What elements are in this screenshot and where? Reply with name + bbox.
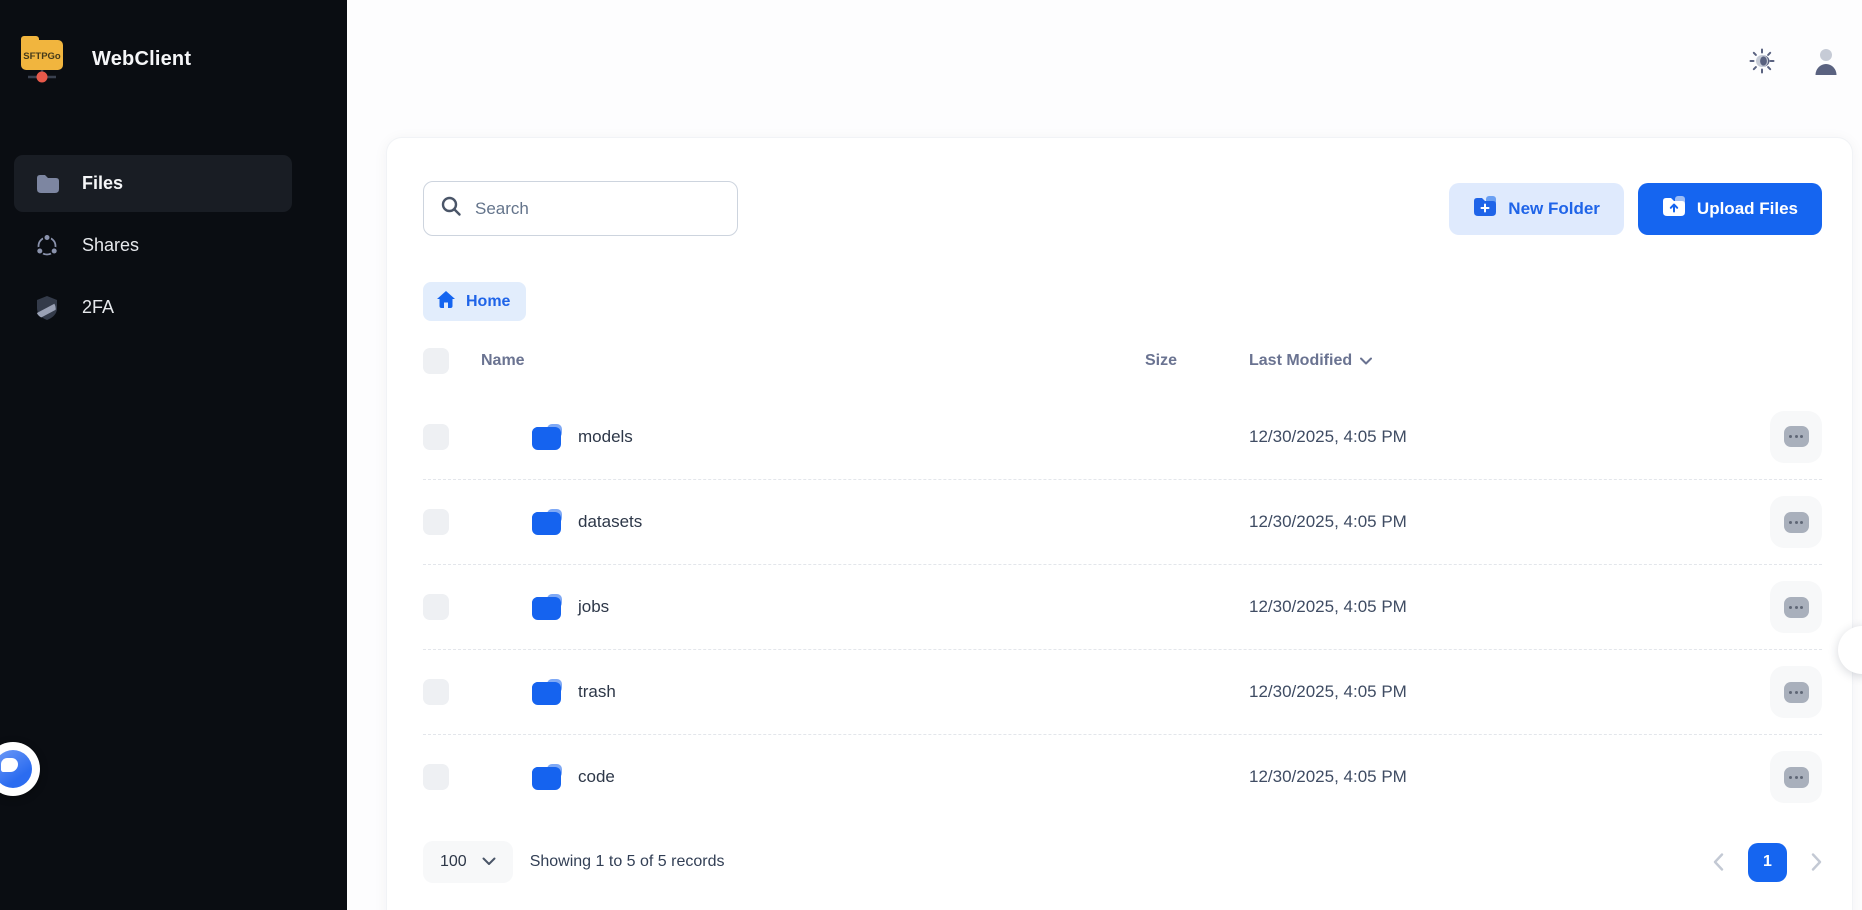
ellipsis-icon	[1784, 767, 1809, 788]
file-list: models 12/30/2025, 4:05 PM datasets 1	[423, 394, 1822, 819]
row-checkbox[interactable]	[423, 764, 449, 790]
user-icon[interactable]	[1812, 47, 1840, 75]
file-name[interactable]: jobs	[578, 597, 609, 617]
column-header-name[interactable]: Name	[481, 352, 1145, 370]
row-checkbox[interactable]	[423, 679, 449, 705]
page-number-button[interactable]: 1	[1748, 843, 1787, 882]
file-last-modified: 12/30/2025, 4:05 PM	[1249, 682, 1770, 702]
search-icon	[440, 195, 462, 222]
row-actions-button[interactable]	[1770, 581, 1822, 633]
topbar	[347, 0, 1862, 110]
table-row: jobs 12/30/2025, 4:05 PM	[423, 564, 1822, 649]
file-last-modified: 12/30/2025, 4:05 PM	[1249, 512, 1770, 532]
chevron-left-icon[interactable]	[1713, 853, 1724, 871]
folder-plus-icon	[1473, 196, 1497, 221]
ellipsis-icon	[1784, 682, 1809, 703]
sort-chevron-down-icon	[1360, 352, 1372, 370]
folder-icon	[532, 679, 562, 705]
table-row: datasets 12/30/2025, 4:05 PM	[423, 479, 1822, 564]
upload-files-label: Upload Files	[1697, 199, 1798, 219]
table-row: code 12/30/2025, 4:05 PM	[423, 734, 1822, 819]
select-all-checkbox[interactable]	[423, 348, 449, 374]
table-row: trash 12/30/2025, 4:05 PM	[423, 649, 1822, 734]
folder-icon	[532, 509, 562, 535]
new-folder-button[interactable]: New Folder	[1449, 183, 1624, 235]
page-size-select[interactable]: 100	[423, 841, 513, 883]
pagination: 100 Showing 1 to 5 of 5 records 1	[423, 841, 1822, 883]
page-size-value: 100	[440, 853, 467, 871]
row-actions-button[interactable]	[1770, 666, 1822, 718]
shield-icon	[34, 295, 60, 321]
breadcrumb-home[interactable]: Home	[423, 282, 526, 321]
row-checkbox[interactable]	[423, 594, 449, 620]
sidebar: SFTPGo WebClient Files	[0, 0, 347, 910]
sidebar-nav: Files Shares	[0, 155, 347, 336]
file-name[interactable]: trash	[578, 682, 616, 702]
extension-widget-icon	[0, 750, 32, 788]
records-summary: Showing 1 to 5 of 5 records	[530, 853, 725, 871]
brand: SFTPGo WebClient	[0, 0, 347, 89]
sidebar-item-label: 2FA	[82, 297, 114, 318]
sidebar-item-files[interactable]: Files	[14, 155, 292, 212]
home-icon	[436, 290, 456, 314]
chevron-right-icon[interactable]	[1811, 853, 1822, 871]
file-last-modified: 12/30/2025, 4:05 PM	[1249, 767, 1770, 787]
table-row: models 12/30/2025, 4:05 PM	[423, 394, 1822, 479]
sidebar-item-label: Files	[82, 173, 123, 194]
file-name[interactable]: models	[578, 427, 633, 447]
file-last-modified: 12/30/2025, 4:05 PM	[1249, 427, 1770, 447]
folder-icon	[34, 171, 60, 197]
breadcrumb: Home	[423, 282, 1822, 321]
ellipsis-icon	[1784, 597, 1809, 618]
row-checkbox[interactable]	[423, 424, 449, 450]
ellipsis-icon	[1784, 426, 1809, 447]
row-actions-button[interactable]	[1770, 751, 1822, 803]
folder-icon	[532, 594, 562, 620]
folder-icon	[532, 764, 562, 790]
table-header: Name Size Last Modified	[423, 346, 1822, 376]
row-actions-button[interactable]	[1770, 411, 1822, 463]
files-card: New Folder Upload Files	[386, 137, 1853, 910]
extension-widget[interactable]	[0, 742, 40, 796]
ellipsis-icon	[1784, 512, 1809, 533]
chevron-down-icon	[482, 853, 496, 871]
file-name[interactable]: datasets	[578, 512, 642, 532]
upload-files-button[interactable]: Upload Files	[1638, 183, 1822, 235]
sidebar-item-2fa[interactable]: 2FA	[14, 279, 292, 336]
search-input[interactable]	[475, 199, 721, 219]
row-checkbox[interactable]	[423, 509, 449, 535]
app-logo: SFTPGo	[18, 30, 66, 89]
sidebar-item-shares[interactable]: Shares	[14, 217, 292, 274]
breadcrumb-home-label: Home	[466, 293, 510, 311]
row-actions-button[interactable]	[1770, 496, 1822, 548]
theme-toggle-icon[interactable]	[1748, 47, 1776, 75]
main-area: New Folder Upload Files	[347, 0, 1862, 910]
column-header-last-modified[interactable]: Last Modified	[1249, 352, 1770, 370]
svg-text:SFTPGo: SFTPGo	[23, 51, 61, 62]
share-nodes-icon	[34, 233, 60, 259]
folder-icon	[532, 424, 562, 450]
column-header-size[interactable]: Size	[1145, 352, 1249, 370]
folder-upload-icon	[1662, 196, 1686, 221]
file-name[interactable]: code	[578, 767, 615, 787]
sidebar-item-label: Shares	[82, 235, 139, 256]
app-title: WebClient	[92, 48, 191, 71]
file-last-modified: 12/30/2025, 4:05 PM	[1249, 597, 1770, 617]
new-folder-label: New Folder	[1508, 199, 1600, 219]
search-box[interactable]	[423, 181, 738, 236]
files-toolbar: New Folder Upload Files	[423, 181, 1822, 236]
